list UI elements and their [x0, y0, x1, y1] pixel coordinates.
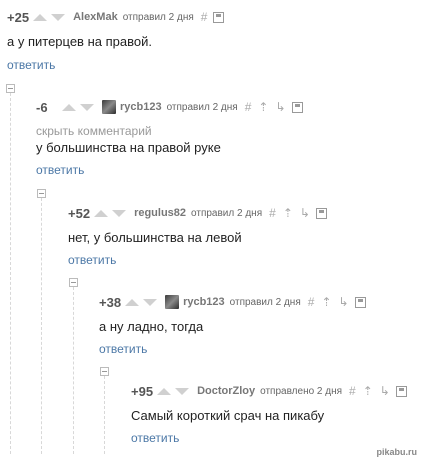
vote-up-icon[interactable] — [94, 209, 109, 217]
site-watermark: pikabu.ru — [376, 447, 417, 457]
comment-header: +38 rycb123 отправил 2 дня # ⇡ ↳ — [99, 292, 366, 312]
save-icon[interactable] — [315, 207, 327, 219]
comment-date: отправил 2 дня — [166, 101, 238, 113]
rating-value: -6 — [36, 99, 48, 115]
hash-link-icon[interactable]: # — [269, 207, 276, 219]
hide-comment-link[interactable]: скрыть комментарий — [36, 124, 152, 138]
branch-icon[interactable]: ↳ — [300, 207, 310, 219]
hash-link-icon[interactable]: # — [308, 296, 315, 308]
comment-text: Самый короткий срач на пикабу — [131, 408, 325, 423]
vote-down-icon[interactable] — [143, 298, 158, 306]
branch-icon[interactable]: ↳ — [275, 101, 285, 113]
thread-line-1 — [10, 88, 11, 454]
comment-date: отправил 2 дня — [191, 207, 263, 219]
thread-line-3 — [73, 282, 74, 454]
comment-header: +25 AlexMak отправил 2 дня # — [7, 7, 225, 27]
reply-link[interactable]: ответить — [68, 253, 116, 267]
comment-header: +52 regulus82 отправил 2 дня # ⇡ ↳ — [68, 203, 327, 223]
vote-up-icon[interactable] — [62, 103, 76, 111]
vote-up-icon[interactable] — [157, 387, 172, 395]
avatar[interactable] — [102, 100, 116, 114]
comment-text: а ну ладно, тогда — [99, 319, 204, 334]
thread-line-4 — [104, 371, 105, 454]
avatar[interactable] — [165, 295, 180, 309]
vote-down-icon[interactable] — [112, 209, 127, 217]
author-name[interactable]: rycb123 — [120, 101, 162, 113]
collapse-toggle-1[interactable] — [6, 84, 15, 93]
rating-value: +95 — [131, 383, 154, 399]
collapse-toggle-3[interactable] — [69, 278, 78, 287]
vote-down-icon[interactable] — [51, 13, 66, 21]
comment-date: отправлено 2 дня — [260, 385, 343, 397]
hash-link-icon[interactable]: # — [245, 101, 252, 113]
rating-value: +38 — [99, 294, 122, 310]
comment-text: у большинства на правой руке — [36, 140, 221, 155]
author-name[interactable]: DoctorZloy — [197, 385, 255, 397]
comment-header: +95 DoctorZloy отправлено 2 дня # ⇡ ↳ — [131, 381, 407, 401]
thread-line-2 — [41, 193, 42, 454]
author-name[interactable]: rycb123 — [183, 296, 225, 308]
rating-value: +52 — [68, 205, 91, 221]
reply-link[interactable]: ответить — [131, 431, 179, 445]
comment-header: -6 rycb123 отправил 2 дня # ⇡ ↳ — [36, 97, 303, 117]
reply-link[interactable]: ответить — [7, 58, 55, 72]
save-icon[interactable] — [395, 385, 407, 397]
author-name[interactable]: regulus82 — [134, 207, 186, 219]
comment-date: отправил 2 дня — [229, 296, 301, 308]
reply-link[interactable]: ответить — [36, 163, 84, 177]
branch-icon[interactable]: ↳ — [339, 296, 349, 308]
comment-text: нет, у большинства на левой — [68, 230, 242, 245]
vote-down-icon[interactable] — [80, 103, 94, 111]
vote-up-icon[interactable] — [125, 298, 140, 306]
vote-down-icon[interactable] — [175, 387, 190, 395]
hash-link-icon[interactable]: # — [201, 11, 208, 23]
save-icon[interactable] — [354, 296, 366, 308]
save-icon[interactable] — [213, 11, 225, 23]
hash-link-icon[interactable]: # — [349, 385, 356, 397]
reply-link[interactable]: ответить — [99, 342, 147, 356]
parent-comment-icon[interactable]: ⇡ — [258, 101, 268, 113]
collapse-toggle-2[interactable] — [37, 189, 46, 198]
parent-comment-icon[interactable]: ⇡ — [321, 296, 331, 308]
collapse-toggle-4[interactable] — [100, 367, 109, 376]
rating-value: +25 — [7, 9, 30, 25]
vote-up-icon[interactable] — [33, 13, 48, 21]
author-name[interactable]: AlexMak — [73, 11, 118, 23]
branch-icon[interactable]: ↳ — [380, 385, 390, 397]
comment-date: отправил 2 дня — [122, 11, 194, 23]
comment-text: а у питерцев на правой. — [7, 34, 152, 49]
parent-comment-icon[interactable]: ⇡ — [363, 385, 373, 397]
parent-comment-icon[interactable]: ⇡ — [283, 207, 293, 219]
save-icon[interactable] — [291, 101, 303, 113]
